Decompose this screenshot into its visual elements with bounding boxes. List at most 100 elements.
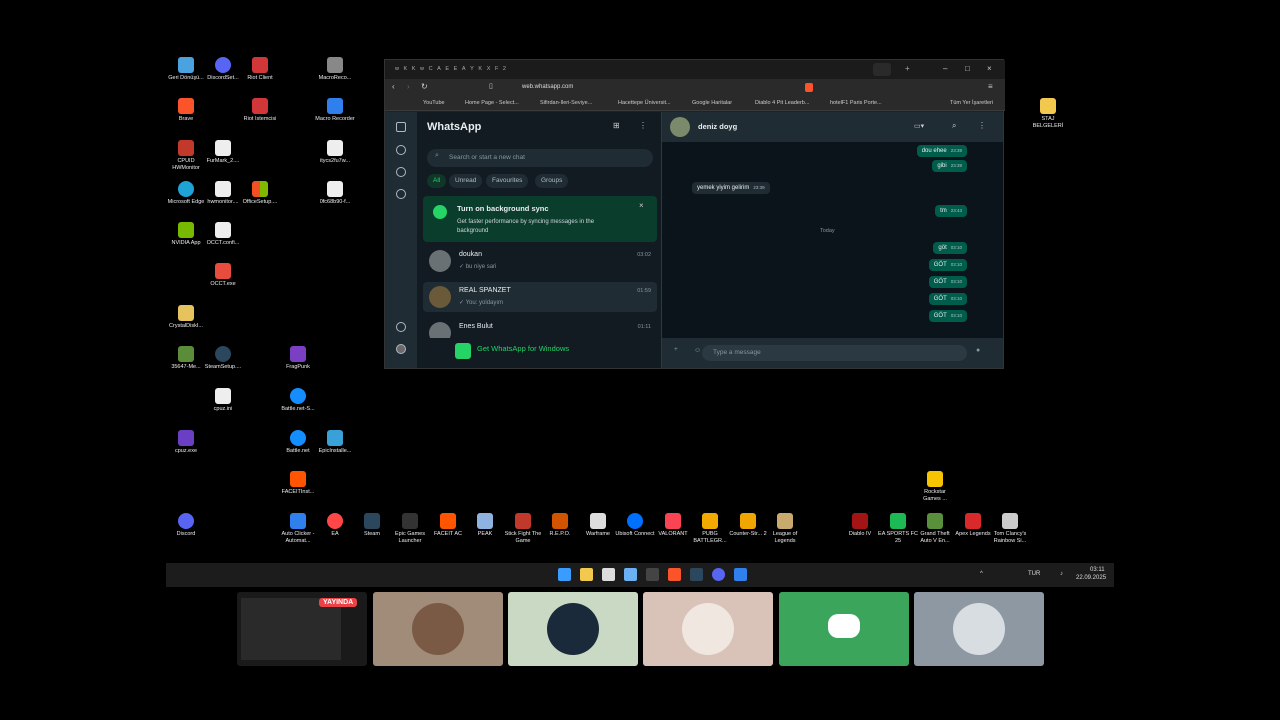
desktop-icon-discord[interactable]: Discord xyxy=(166,513,206,538)
close-icon[interactable]: × xyxy=(987,64,992,73)
desktop-icon-rockstar[interactable]: Rockstar Games ... xyxy=(915,471,955,502)
notepad-icon[interactable] xyxy=(602,568,615,581)
bookmark-hacettepe[interactable]: Hacettepe Üniversit... xyxy=(618,100,671,106)
attach-icon[interactable]: + xyxy=(674,346,678,353)
start-icon[interactable] xyxy=(558,568,571,581)
desktop-icon-epicinstaller[interactable]: EpicInstalle... xyxy=(315,430,355,455)
desktop-icon-peak[interactable]: PEAK xyxy=(465,513,505,538)
bookmark-google-maps[interactable]: Google Haritalar xyxy=(692,100,732,106)
discord-icon[interactable] xyxy=(712,568,725,581)
participant-tile[interactable] xyxy=(373,592,503,666)
search-input[interactable]: ⌕ Search or start a new chat xyxy=(427,149,653,167)
desktop-icon-epic-games[interactable]: Epic Games Launcher xyxy=(390,513,430,544)
desktop-icon-macrorecorder-setup[interactable]: MacroReco... xyxy=(315,57,355,82)
desktop-icon-occt-config[interactable]: OCCT.confi... xyxy=(203,222,243,247)
back-icon[interactable]: ‹ xyxy=(392,82,395,91)
desktop-icon-cpuz-ini[interactable]: cpuz.ini xyxy=(203,388,243,413)
desktop-icon-brave[interactable]: Brave xyxy=(166,98,206,123)
filter-favourites[interactable]: Favourites xyxy=(486,174,529,188)
desktop-icon-cs2[interactable]: Counter-Str... 2 xyxy=(728,513,768,538)
microphone-icon[interactable]: ● xyxy=(976,347,980,354)
desktop-icon-steam[interactable]: Steam xyxy=(352,513,392,538)
new-chat-icon[interactable]: ⊞ xyxy=(613,121,620,130)
desktop-icon-edge[interactable]: Microsoft Edge xyxy=(166,181,206,206)
desktop-icon-riot-istemcisi[interactable]: Riot İstemcisi xyxy=(240,98,280,123)
desktop-icon-macro-recorder[interactable]: Macro Recorder xyxy=(315,98,355,123)
brave-shield-icon[interactable] xyxy=(805,83,813,92)
brave-icon[interactable] xyxy=(668,568,681,581)
video-call-icon[interactable]: ▭▾ xyxy=(914,122,924,130)
desktop-icon-nvidia-app[interactable]: NVIDIA App xyxy=(166,222,206,247)
menu-dots-icon[interactable]: ⋮ xyxy=(978,121,986,130)
chats-icon[interactable] xyxy=(396,122,406,132)
bookmark-icon[interactable]: ▯ xyxy=(489,82,493,90)
terminal-icon[interactable] xyxy=(646,568,659,581)
maximize-icon[interactable]: □ xyxy=(965,64,970,73)
desktop-icon-faceit-installer[interactable]: FACEITInst... xyxy=(278,471,318,496)
snipping-tool-icon[interactable] xyxy=(734,568,747,581)
participant-tile[interactable] xyxy=(643,592,773,666)
browser-tabs[interactable]: w K K w C A E E A Y K X F 2 xyxy=(395,66,506,72)
bookmark-hotel[interactable]: hotelF1 Paris Porte... xyxy=(830,100,882,106)
desktop-icon-auto-clicker[interactable]: Auto Clicker - Automat... xyxy=(278,513,318,544)
reload-icon[interactable]: ↻ xyxy=(421,82,428,91)
desktop-icon-staj-belgeleri[interactable]: STAJ BELGELERİ xyxy=(1028,98,1068,129)
bookmark-home-page[interactable]: Home Page - Select... xyxy=(465,100,519,106)
file-explorer-icon[interactable] xyxy=(580,568,593,581)
search-icon[interactable]: ⌕ xyxy=(952,121,956,131)
language-indicator[interactable]: TUR xyxy=(1028,571,1040,577)
status-icon[interactable] xyxy=(396,145,406,155)
filter-unread[interactable]: Unread xyxy=(449,174,483,188)
desktop-icon-repo[interactable]: R.E.P.O. xyxy=(540,513,580,538)
clock-date[interactable]: 22.09.2025 xyxy=(1076,575,1106,581)
desktop-icon-discordsetup[interactable]: DiscordSet... xyxy=(203,57,243,82)
desktop-icon-file-0fc68[interactable]: 0fc68b90-f... xyxy=(315,181,355,206)
steam-icon[interactable] xyxy=(690,568,703,581)
new-tab-icon[interactable]: + xyxy=(905,64,910,73)
chat-row[interactable]: REAL SPANZET ✓ You: yoldayım 01:59 xyxy=(423,282,657,312)
clock-time[interactable]: 03:11 xyxy=(1090,567,1105,573)
get-whatsapp-link[interactable]: Get WhatsApp for Windows xyxy=(477,344,569,353)
bookmark-github[interactable]: Sifirdan-Ileri-Seviye... xyxy=(540,100,592,106)
whatsapp-tab[interactable] xyxy=(873,63,891,76)
bookmark-diablo[interactable]: Diablo 4 Pit Leaderb... xyxy=(755,100,809,106)
desktop-icon-valorant[interactable]: VALORANT xyxy=(653,513,693,538)
desktop-icon-occt[interactable]: OCCT.exe xyxy=(203,263,243,288)
desktop-icon-pubg[interactable]: PUBG BATTLEGR... xyxy=(690,513,730,544)
desktop-icon-hwmonitor-file[interactable]: hwmonitor.... xyxy=(203,181,243,206)
filter-all[interactable]: All xyxy=(427,174,447,188)
desktop-icon-apex[interactable]: Apex Legends xyxy=(953,513,993,538)
settings-icon[interactable] xyxy=(396,322,406,332)
emoji-icon[interactable]: ☺ xyxy=(694,347,701,354)
close-banner-icon[interactable]: × xyxy=(639,201,644,210)
desktop-icon-ea[interactable]: EA xyxy=(315,513,355,538)
desktop-icon-crystaldiskinfo[interactable]: CrystalDiskI... xyxy=(166,305,206,330)
profile-avatar[interactable] xyxy=(396,344,406,354)
desktop-icon-officesetup[interactable]: OfficeSetup.... xyxy=(240,181,280,206)
participant-tile[interactable] xyxy=(914,592,1044,666)
desktop-icon-ubisoft[interactable]: Ubisoft Connect xyxy=(615,513,655,538)
desktop-icon-stick-fight[interactable]: Stick Fight The Game xyxy=(503,513,543,544)
participant-tile[interactable] xyxy=(779,592,909,666)
tray-chevron-icon[interactable]: ^ xyxy=(980,571,983,577)
participant-tile-stream[interactable]: YAYINDA xyxy=(237,592,367,666)
desktop-icon-warframe[interactable]: Warframe xyxy=(578,513,618,538)
desktop-icon-gta5[interactable]: Grand Theft Auto V En... xyxy=(915,513,955,544)
communities-icon[interactable] xyxy=(396,189,406,199)
desktop-icon-lol[interactable]: League of Legends xyxy=(765,513,805,544)
desktop-icon-rainbow-six[interactable]: Tom Clancy's Rainbow Si... xyxy=(990,513,1030,544)
bookmark-youtube[interactable]: YouTube xyxy=(423,100,445,106)
desktop-icon-recycle-bin[interactable]: Geri Dönüşü... xyxy=(166,57,206,82)
menu-icon[interactable]: ≡ xyxy=(988,82,993,91)
desktop-icon-ea-fc25[interactable]: EA SPORTS FC 25 xyxy=(878,513,918,544)
conversation-header[interactable]: deniz doyg ▭▾ ⌕ ⋮ xyxy=(662,112,1003,142)
desktop-icon-battlenet[interactable]: Battle.net xyxy=(278,430,318,455)
channels-icon[interactable] xyxy=(396,167,406,177)
background-sync-banner[interactable]: Turn on background sync Get faster perfo… xyxy=(423,196,657,242)
minimize-icon[interactable]: – xyxy=(943,64,947,73)
url-field[interactable]: web.whatsapp.com xyxy=(522,84,573,90)
desktop-icon-hwmonitor[interactable]: CPUID HWMonitor xyxy=(166,140,206,171)
bookmark-all[interactable]: Tüm Yer İşaretleri xyxy=(950,100,993,106)
chat-row[interactable]: doukan ✓ bu niye sari 03:02 xyxy=(423,246,657,276)
volume-icon[interactable]: ♪ xyxy=(1060,571,1063,577)
